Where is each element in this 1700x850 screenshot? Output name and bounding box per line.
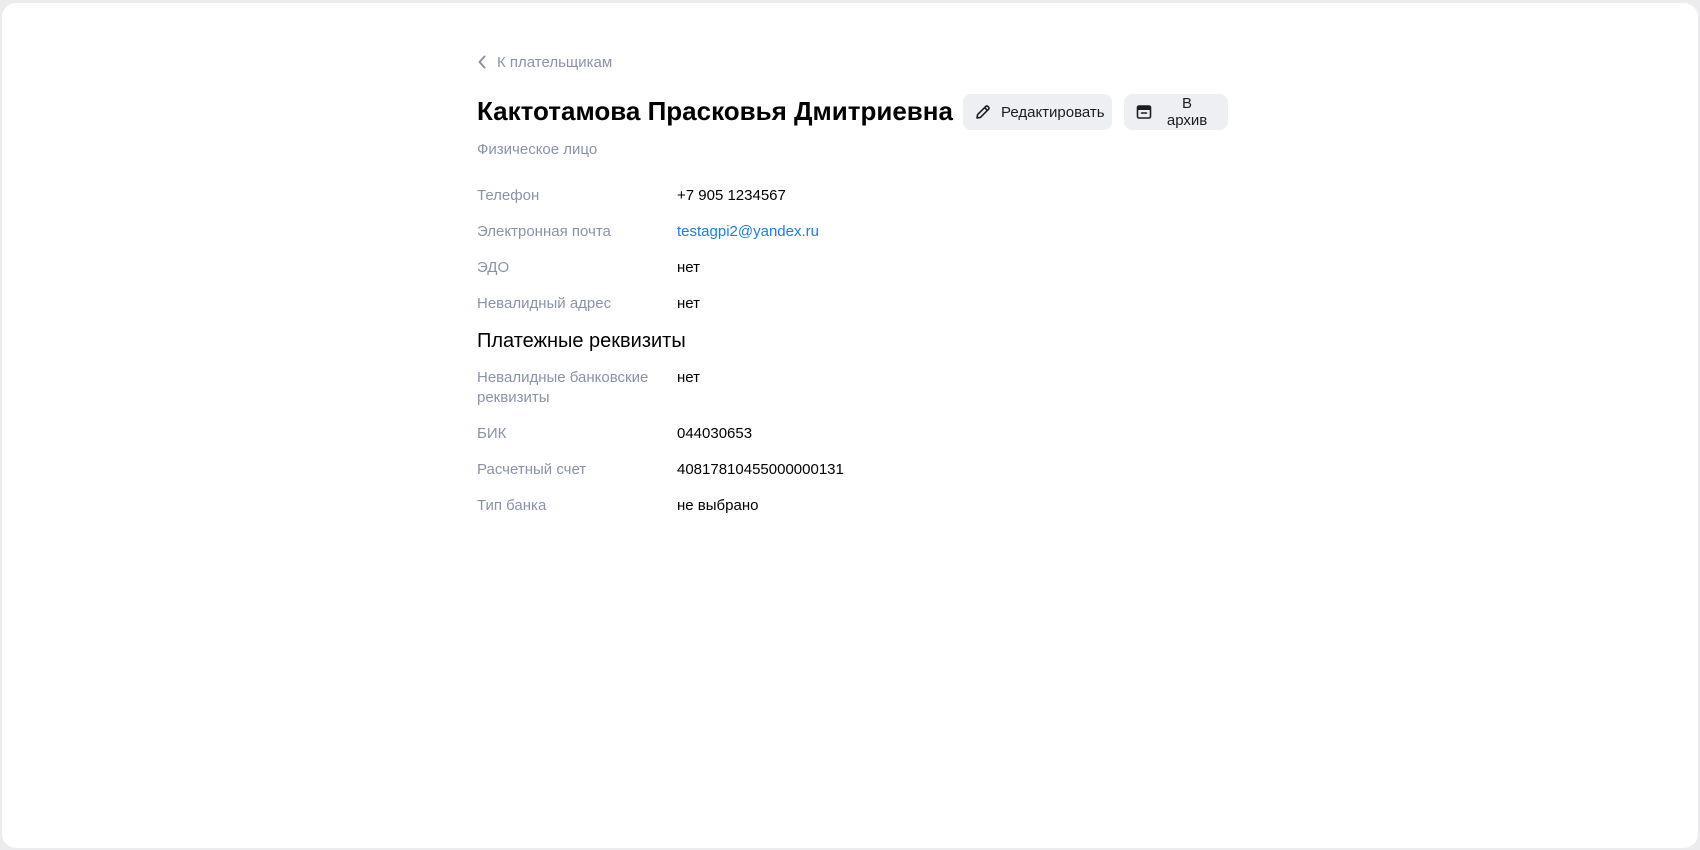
field-row-edo: ЭДО нет — [477, 258, 1077, 278]
page-title: Кактотамова Прасковья Дмитриевна — [477, 96, 953, 126]
bik-value: 044030653 — [677, 425, 753, 442]
payer-type: Физическое лицо — [477, 141, 598, 158]
field-row-invalid-bank-details: Невалидные банковские реквизиты нет — [477, 368, 1077, 408]
field-label: Электронная почта — [477, 223, 611, 240]
field-row-bik: БИК 044030653 — [477, 424, 1077, 444]
phone-value: +7 905 1234567 — [677, 187, 786, 204]
field-row-phone: Телефон +7 905 1234567 — [477, 186, 1077, 206]
email-link[interactable]: testagpi2@yandex.ru — [677, 222, 819, 242]
field-label: ЭДО — [477, 259, 510, 276]
back-link-label: К плательщикам — [497, 53, 613, 71]
invalid-address-value: нет — [677, 295, 700, 312]
field-row-account: Расчетный счет 40817810455000000131 — [477, 460, 1077, 480]
field-row-invalid-address: Невалидный адрес нет — [477, 294, 1077, 314]
field-label: Невалидный адрес — [477, 295, 612, 312]
account-value: 40817810455000000131 — [677, 461, 844, 478]
field-label: БИК — [477, 425, 507, 442]
edit-button[interactable]: Редактировать — [963, 94, 1112, 130]
app-window: К плательщикам Кактотамова Прасковья Дми… — [2, 3, 1698, 848]
field-row-bank-type: Тип банка не выбрано — [477, 496, 1077, 516]
bank-type-value: не выбрано — [677, 497, 759, 514]
field-label: Расчетный счет — [477, 461, 587, 478]
archive-box-icon — [1135, 103, 1152, 121]
field-row-email: Электронная почта testagpi2@yandex.ru — [477, 222, 1077, 242]
archive-button[interactable]: В архив — [1124, 94, 1228, 130]
edo-value: нет — [677, 259, 700, 276]
invalid-bank-details-value: нет — [677, 369, 700, 386]
payment-details-heading: Платежные реквизиты — [477, 330, 686, 352]
field-label: Невалидные банковские реквизиты — [477, 369, 649, 406]
field-label: Телефон — [477, 187, 540, 204]
archive-button-label: В архив — [1166, 95, 1208, 129]
chevron-left-icon — [477, 55, 489, 69]
field-label: Тип банка — [477, 497, 547, 514]
edit-button-label: Редактировать — [1001, 103, 1105, 121]
pencil-icon — [974, 103, 992, 121]
back-to-payers-link[interactable]: К плательщикам — [477, 50, 612, 74]
